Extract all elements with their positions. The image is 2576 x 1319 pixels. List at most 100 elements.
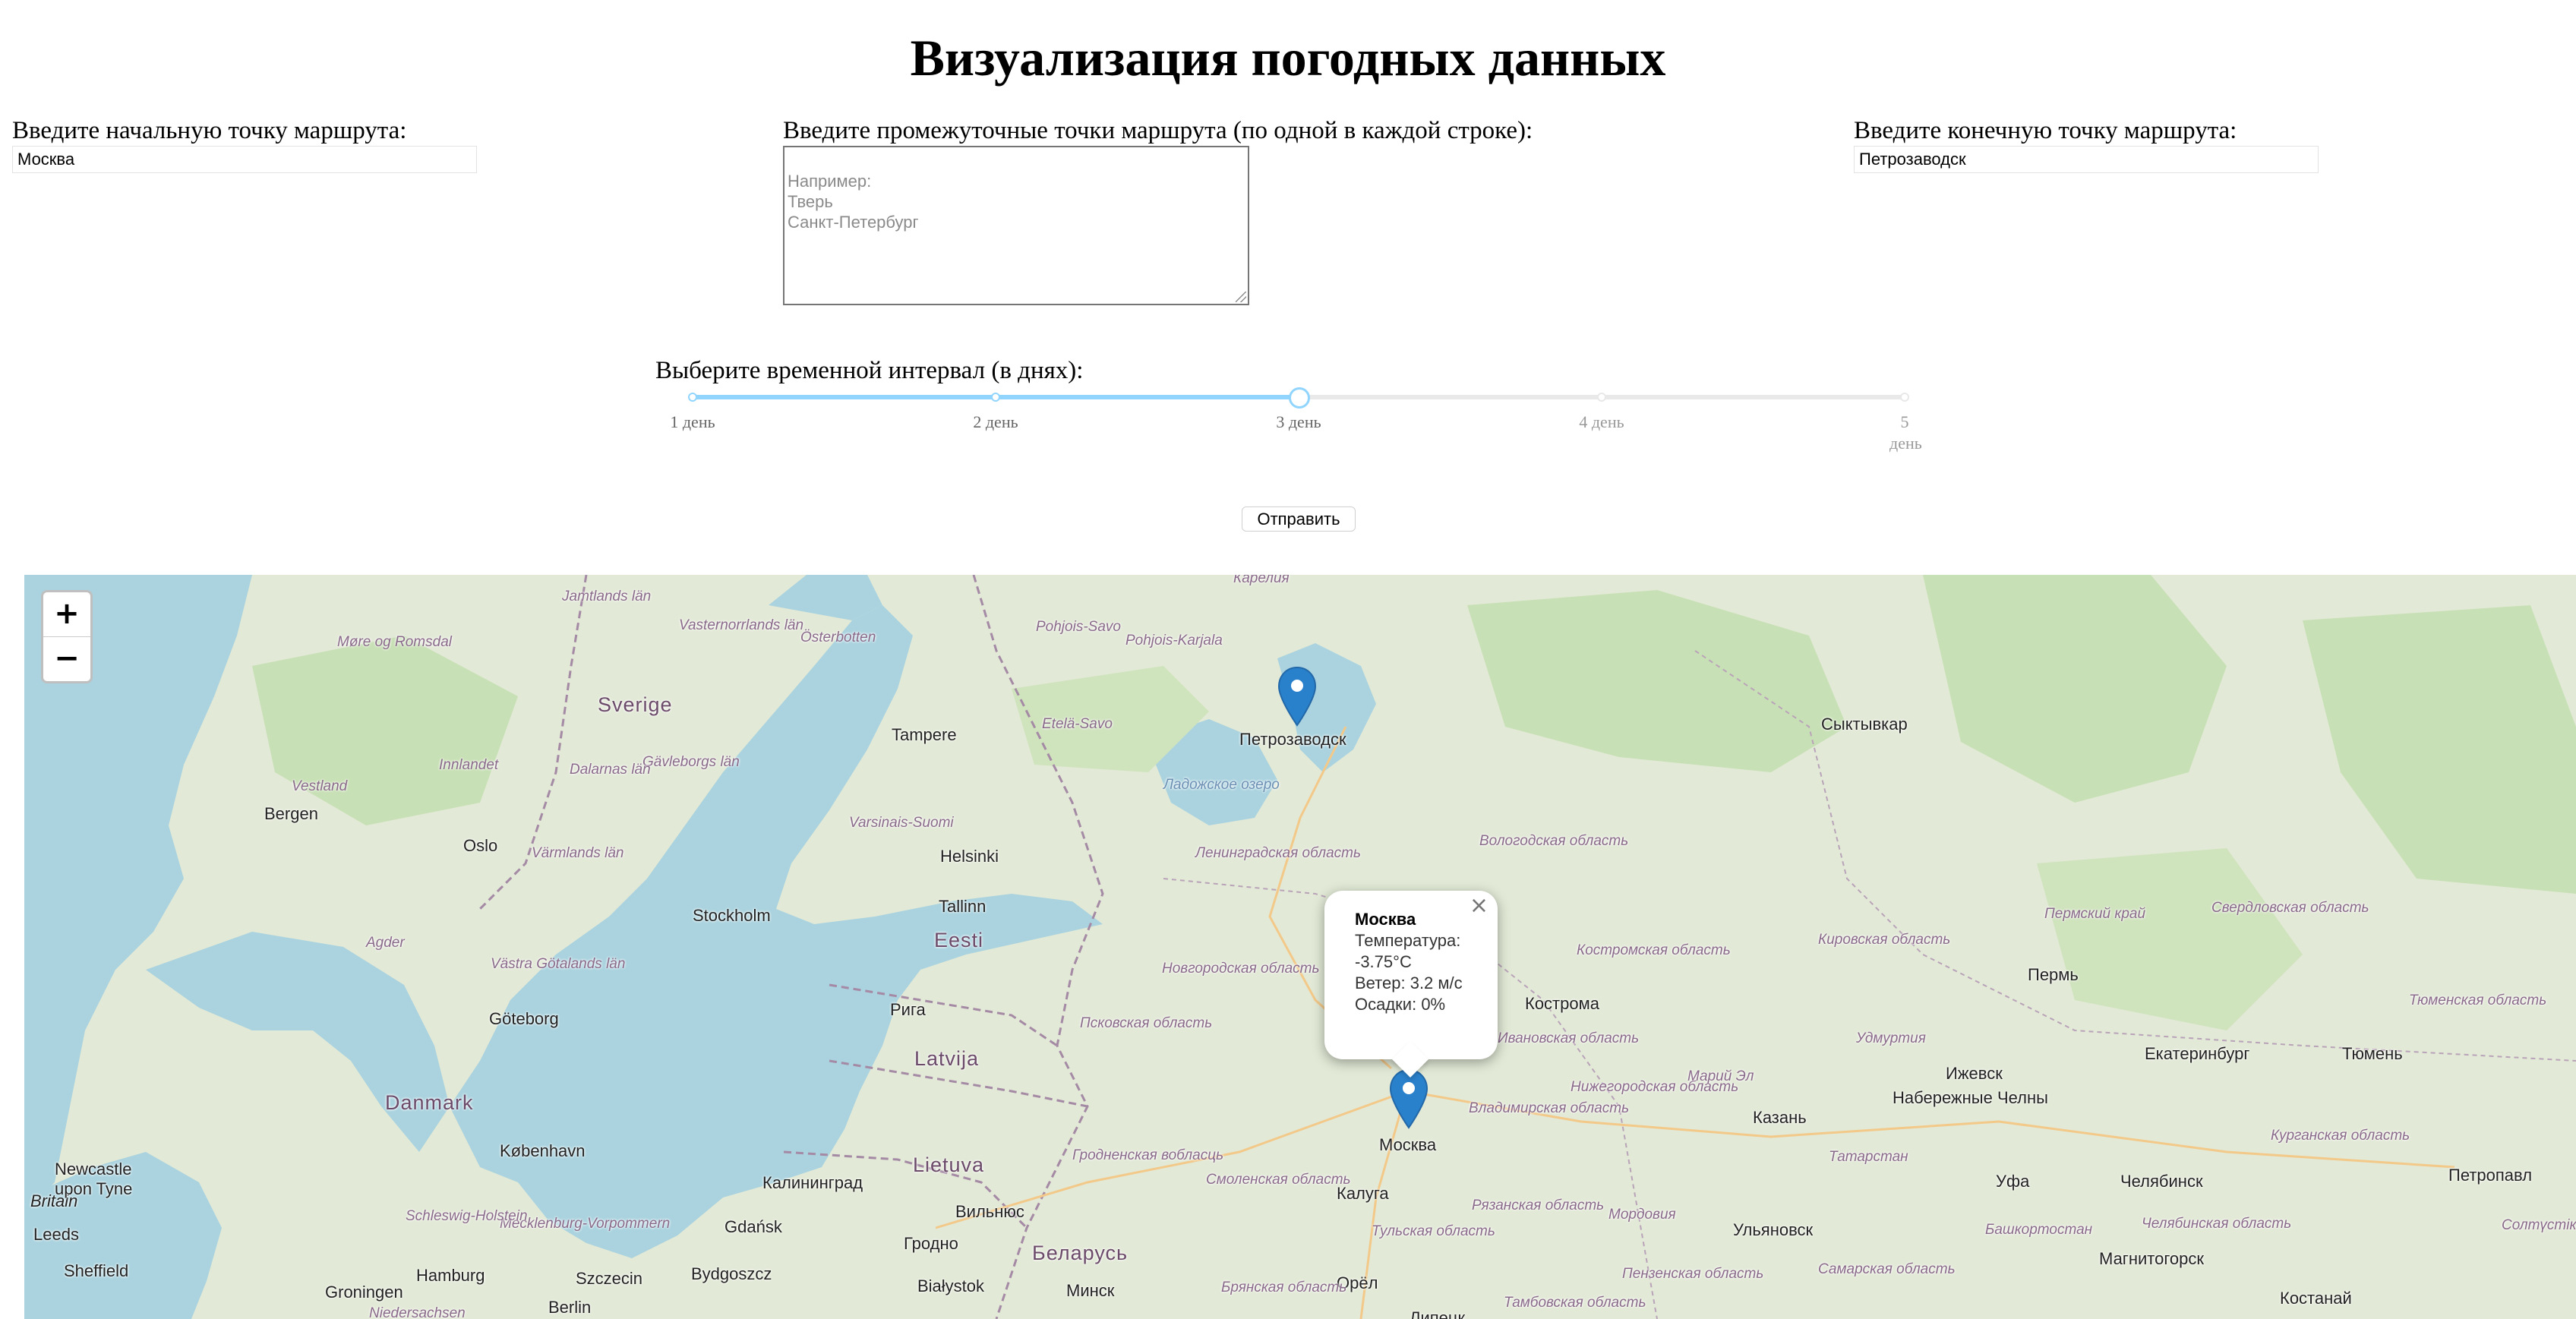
map-label-region: Pohjois-Karjala <box>1125 633 1223 648</box>
map-label-region: Ивановская область <box>1498 1030 1640 1046</box>
map-label-city: Newcastle upon Tyne <box>55 1160 133 1198</box>
map-label-country: Беларусь <box>1032 1242 1129 1264</box>
map-label-region: Курганская область <box>2271 1128 2410 1144</box>
map-label-region: Vasternorrlands län <box>679 617 804 633</box>
map-label-city: Oslo <box>463 836 498 855</box>
map-label-region: Кировская область <box>1818 932 1951 948</box>
map-marker-icon[interactable] <box>1389 1068 1428 1129</box>
popup-precipitation: Осадки: 0% <box>1355 995 1446 1014</box>
map-label-region: Вологодская область <box>1479 833 1629 849</box>
map-label-city: Екатеринбург <box>2145 1044 2250 1063</box>
submit-button[interactable]: Отправить <box>1242 506 1356 532</box>
start-point-label: Введите начальную точку маршрута: <box>12 117 407 144</box>
popup-city: Москва <box>1355 910 1416 929</box>
map-label-city: Ижевск <box>1946 1064 2003 1083</box>
map-label-city: Челябинск <box>2120 1172 2203 1191</box>
map-label-region: Dalarnas län <box>570 762 651 778</box>
map-label-city: Уфа <box>1996 1172 2030 1191</box>
map-label-region: Мордовия <box>1608 1207 1676 1223</box>
map-label-lake: Ладожское озеро <box>1163 777 1280 793</box>
map-label-region: Башкортостан <box>1985 1222 2093 1238</box>
map-label-country: Lietuva <box>913 1153 985 1176</box>
map-label-region: Смоленская область <box>1206 1172 1351 1188</box>
map-label-region: Pohjois-Savo <box>1036 619 1121 635</box>
map-label-city: Sheffield <box>64 1261 129 1280</box>
map-label-city: Hamburg <box>416 1266 485 1285</box>
map-label-region: Schleswig-Holstein <box>406 1208 528 1224</box>
map-label-region: Västra Götalands län <box>491 956 626 972</box>
map-label-region: Челябинская область <box>2142 1216 2292 1232</box>
map-label-region: Тюменская область <box>2409 992 2547 1008</box>
map-label-region: Самарская область <box>1818 1261 1956 1277</box>
map-label-region: Värmlands län <box>532 845 624 861</box>
map-label-city: Tallinn <box>939 897 987 916</box>
zoom-out-button[interactable]: − <box>43 636 90 681</box>
end-point-label: Введите конечную точку маршрута: <box>1854 117 2237 144</box>
slider-mark-2[interactable]: 2 день <box>950 412 1041 433</box>
map-label-region: Österbotten <box>800 630 876 645</box>
map-label-city: Калининград <box>762 1173 863 1192</box>
zoom-in-button[interactable]: + <box>43 592 90 636</box>
map-label-country: Danmark <box>385 1091 474 1114</box>
map-label-region: Møre og Romsdal <box>337 634 452 650</box>
slider-mark-4[interactable]: 4 день <box>1556 412 1647 433</box>
slider-dot-4[interactable] <box>1597 393 1606 402</box>
waypoints-textarea[interactable]: Например: Тверь Санкт-Петербург <box>783 146 1249 305</box>
map-label-city: Gdańsk <box>724 1217 782 1236</box>
map-label-region: Брянская область <box>1221 1280 1347 1295</box>
page-title: Визуализация погодных данных <box>910 29 1666 87</box>
map-label-region: Удмуртия <box>1856 1030 1926 1046</box>
popup-wind: Ветер: 3.2 м/с <box>1355 973 1463 992</box>
map-label-city: Bergen <box>264 804 318 823</box>
map-label-city: Stockholm <box>693 906 771 925</box>
interval-label: Выберите временной интервал (в днях): <box>655 357 1084 384</box>
map-label-country: Latvija <box>914 1047 980 1070</box>
map-label-city: Ульяновск <box>1733 1220 1814 1239</box>
map-label-city: Groningen <box>325 1283 403 1302</box>
end-point-input[interactable]: Петрозаводск <box>1854 146 2319 173</box>
map-label-region: Гродненская вобласць <box>1072 1147 1224 1163</box>
map-label-region: Gävleborgs län <box>642 754 740 770</box>
map-label-city: Szczecin <box>576 1269 643 1288</box>
page: Визуализация погодных данных Введите нач… <box>0 0 2576 1319</box>
slider-mark-5[interactable]: 5 день <box>1889 412 1922 454</box>
map-label-region: Рязанская область <box>1472 1198 1605 1213</box>
map-label-region: Пермский край <box>2044 906 2146 922</box>
slider-mark-1[interactable]: 1 день <box>647 412 738 433</box>
map-label-city: Магнитогорск <box>2099 1249 2204 1268</box>
map-label-city: Петропавл <box>2448 1166 2533 1185</box>
map-marker-icon[interactable] <box>1277 666 1317 727</box>
map-label-city: Пермь <box>2028 965 2079 984</box>
map-label-region: Niedersachsen <box>369 1305 466 1319</box>
map-label-country: Eesti <box>934 929 984 951</box>
interval-slider[interactable]: 1 день 2 день 3 день 4 день 5 день <box>670 387 1922 453</box>
map[interactable]: + − Sverige Eesti Latvija Lietuva Белару… <box>24 575 2576 1319</box>
map-label-city: Göteborg <box>489 1009 559 1028</box>
map-label-region: Свердловская область <box>2211 900 2369 916</box>
map-label-city: Гродно <box>904 1234 958 1253</box>
map-label-region: Владимирская область <box>1469 1100 1630 1116</box>
map-label-region: Jamtlands län <box>562 589 652 604</box>
map-label-region: Varsinais-Suomi <box>849 815 954 831</box>
map-label-city: Tampere <box>892 725 957 744</box>
slider-handle[interactable] <box>1289 387 1310 409</box>
map-label-region: Etelä-Savo <box>1042 716 1113 732</box>
map-label-city: Bydgoszcz <box>691 1264 772 1283</box>
slider-dot-5[interactable] <box>1900 393 1909 402</box>
slider-dot-2[interactable] <box>991 393 1000 402</box>
start-point-input[interactable]: Москва <box>12 146 477 173</box>
map-label-city: Berlin <box>548 1298 592 1317</box>
waypoints-label: Введите промежуточные точки маршрута (по… <box>783 117 1533 144</box>
map-label-city: Набережные Челны <box>1893 1088 2048 1107</box>
map-label-region: Vestland <box>292 778 348 794</box>
map-label-region: Agder <box>366 935 405 951</box>
map-label-region: Костромская область <box>1577 942 1731 958</box>
slider-dot-1[interactable] <box>688 393 697 402</box>
popup-content: Москва Температура: -3.75°C Ветер: 3.2 м… <box>1355 909 1476 1015</box>
map-label-city: Петрозаводск <box>1239 730 1346 749</box>
map-label-region: Тульская область <box>1372 1223 1495 1239</box>
resize-grip-icon[interactable] <box>1236 292 1246 302</box>
slider-mark-3[interactable]: 3 день <box>1253 412 1344 433</box>
map-label-city: Минск <box>1066 1281 1115 1300</box>
map-label-region: Новгородская область <box>1162 961 1320 977</box>
